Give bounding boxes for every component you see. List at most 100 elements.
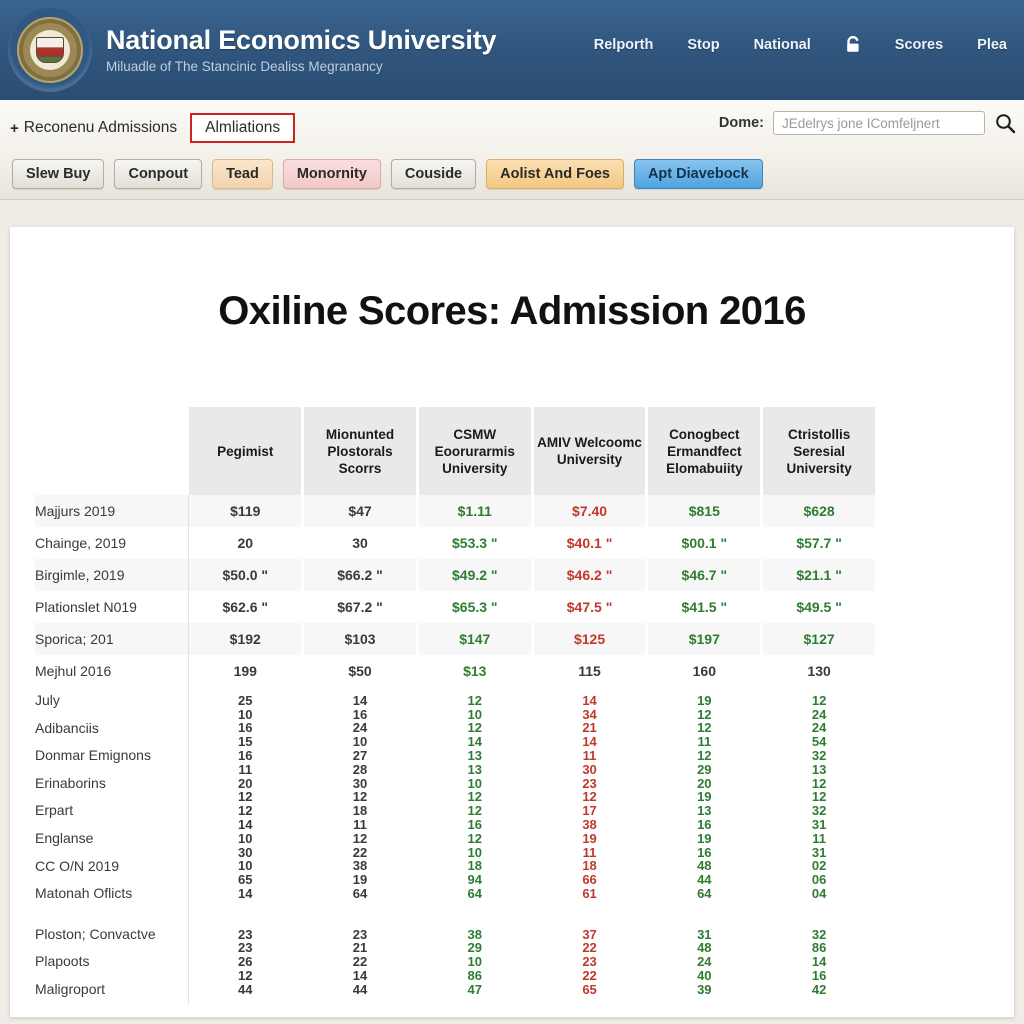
row-label: Erpart (35, 802, 74, 819)
dense-label-stack: Ploston; Convactve Plapoots Maligroport (35, 920, 190, 1004)
column-header-ctristollis[interactable]: Ctristollis Seresial University (763, 407, 875, 495)
button-aolist-and-foes[interactable]: Aolist And Foes (486, 159, 624, 189)
cell-value: 12 (697, 720, 712, 736)
cell-value: 12 (811, 775, 827, 791)
dense-value-column: 38 29 10 86 47 (419, 920, 534, 1004)
row-label: Ploston; Convactve (35, 925, 156, 942)
table-row[interactable]: Birgimle, 2019 $50.0 " $66.2 " $49.2 " $… (35, 559, 875, 591)
cell-value: 11 (582, 844, 597, 860)
cell-value: 24 (811, 706, 827, 722)
cell-value: 10 (238, 858, 253, 874)
search-input[interactable] (773, 111, 985, 135)
cell-value: $53.3 " (419, 527, 534, 559)
lock-icon[interactable] (828, 34, 878, 56)
cell-value: $49.5 " (796, 599, 842, 615)
row-label: Matonah Oflicts (35, 885, 133, 902)
cell-value: 10 (352, 734, 368, 750)
cell-value: 44 (697, 872, 712, 888)
cell-value: $628 (763, 495, 875, 527)
cell-value: 18 (582, 858, 597, 874)
cell-value: 16 (697, 817, 712, 833)
column-header-amiv[interactable]: AMIV Welcoomc University (533, 407, 649, 495)
search-label: Dome: (718, 115, 764, 131)
cell-value: 16 (467, 817, 483, 833)
cell-value: 12 (811, 692, 827, 708)
cell-value: $147 (418, 623, 534, 655)
row-label: Maligroport (35, 980, 106, 997)
cell-value: 16 (811, 968, 827, 984)
cell-value: 29 (697, 761, 712, 777)
cell-value: 12 (467, 830, 483, 846)
cell-value: 19 (582, 830, 597, 846)
cell-value: 10 (467, 844, 483, 860)
column-header-conogbect[interactable]: Conogbect Ermandfect Elomabuiity (648, 407, 764, 495)
cell-value: $50.0 " (189, 559, 305, 591)
cell-value: $192 (189, 623, 305, 655)
table-row[interactable]: Chainge, 2019 20 30 $53.3 " $40.1 " $00.… (35, 527, 875, 559)
cell-value: 19 (697, 692, 712, 708)
nav-item-scores[interactable]: Scores (878, 37, 960, 53)
cell-value: 38 (467, 926, 483, 942)
search-icon[interactable] (994, 112, 1016, 134)
dense-value-column: 12 24 24 54 32 13 12 12 32 31 11 31 02 0… (763, 687, 875, 908)
cell-value: 11 (353, 817, 367, 833)
table-row[interactable]: Majjurs 2019 $119 $47 $1.11 $7.40 $815 $… (35, 495, 875, 527)
dense-value-column: 23 21 22 14 44 (304, 920, 419, 1004)
cell-value: 14 (582, 692, 597, 708)
row-label: Majjurs 2019 (35, 495, 190, 527)
dense-value-column: 14 16 24 10 27 28 30 12 18 11 12 22 38 1… (304, 687, 419, 908)
cell-value: $65.3 " (419, 591, 534, 623)
table-row[interactable]: Mejhul 2016 199 $50 $13 115 160 130 (35, 655, 875, 687)
cell-value: $13 (419, 655, 534, 687)
button-couside[interactable]: Couside (390, 159, 477, 189)
table-row[interactable]: Plationslet N019 $62.6 " $67.2 " $65.3 "… (35, 591, 875, 623)
table-dense-block[interactable]: Ploston; Convactve Plapoots Maligroport … (35, 920, 875, 1004)
table-row[interactable]: Sporica; 201 $192 $103 $147 $125 $197 $1… (35, 623, 875, 655)
university-seal-icon (8, 8, 92, 92)
cell-value: 12 (352, 830, 368, 846)
cell-value: 42 (811, 981, 827, 997)
cell-value: 22 (352, 954, 368, 970)
button-slew-buy[interactable]: Slew Buy (12, 159, 105, 189)
button-tead[interactable]: Tead (212, 159, 273, 189)
scores-table: Pegimist Mionunted Plostorals Scorrs CSM… (35, 407, 875, 1004)
cell-value: 86 (467, 968, 483, 984)
cell-value: 14 (352, 968, 368, 984)
cell-value: 22 (582, 968, 597, 984)
cell-value: 11 (582, 748, 597, 764)
column-header-pegimist[interactable]: Pegimist (189, 407, 305, 495)
cell-value: 65 (238, 872, 253, 888)
column-header-mionunted[interactable]: Mionunted Plostorals Scorrs (304, 407, 419, 495)
button-apt-diavebock[interactable]: Apt Diavebock (633, 159, 763, 189)
cell-value: 32 (811, 803, 827, 819)
row-label: Sporica; 201 (35, 623, 190, 655)
cell-value: 19 (352, 872, 368, 888)
cell-value: 18 (352, 803, 368, 819)
cell-value: 31 (811, 817, 827, 833)
cell-value: 115 (534, 655, 649, 687)
cell-value: $67.2 " (304, 591, 419, 623)
row-label: Adibanciis (35, 719, 99, 736)
cell-value: 12 (467, 803, 483, 819)
cell-value: 14 (352, 692, 368, 708)
nav-item-stop[interactable]: Stop (670, 37, 736, 53)
nav-item-national[interactable]: National (737, 37, 828, 53)
cell-value: 10 (238, 706, 253, 722)
row-label: Chainge, 2019 (35, 527, 190, 559)
tab-almliations[interactable]: Almliations (190, 113, 296, 143)
cell-value: 16 (352, 706, 368, 722)
site-masthead: National Economics University Miluadle o… (0, 0, 1024, 100)
cell-value: 65 (582, 981, 597, 997)
button-monornity[interactable]: Monornity (282, 159, 381, 189)
cell-value: 12 (467, 692, 483, 708)
column-header-csmw[interactable]: CSMW Eoorurarmis University (418, 407, 534, 495)
nav-item-plea[interactable]: Plea (960, 37, 1024, 53)
cell-value: $41.5 " (648, 591, 764, 623)
breadcrumb-label[interactable]: Reconenu Admissions (24, 119, 177, 137)
cell-value: 38 (582, 817, 597, 833)
cell-value: 47 (467, 981, 483, 997)
button-conpout[interactable]: Conpout (114, 159, 203, 189)
plus-icon[interactable]: + (10, 120, 19, 137)
table-dense-block[interactable]: July Adibanciis Donmar Emignons Erinabor… (35, 687, 875, 908)
nav-item-relporth[interactable]: Relporth (577, 37, 671, 53)
